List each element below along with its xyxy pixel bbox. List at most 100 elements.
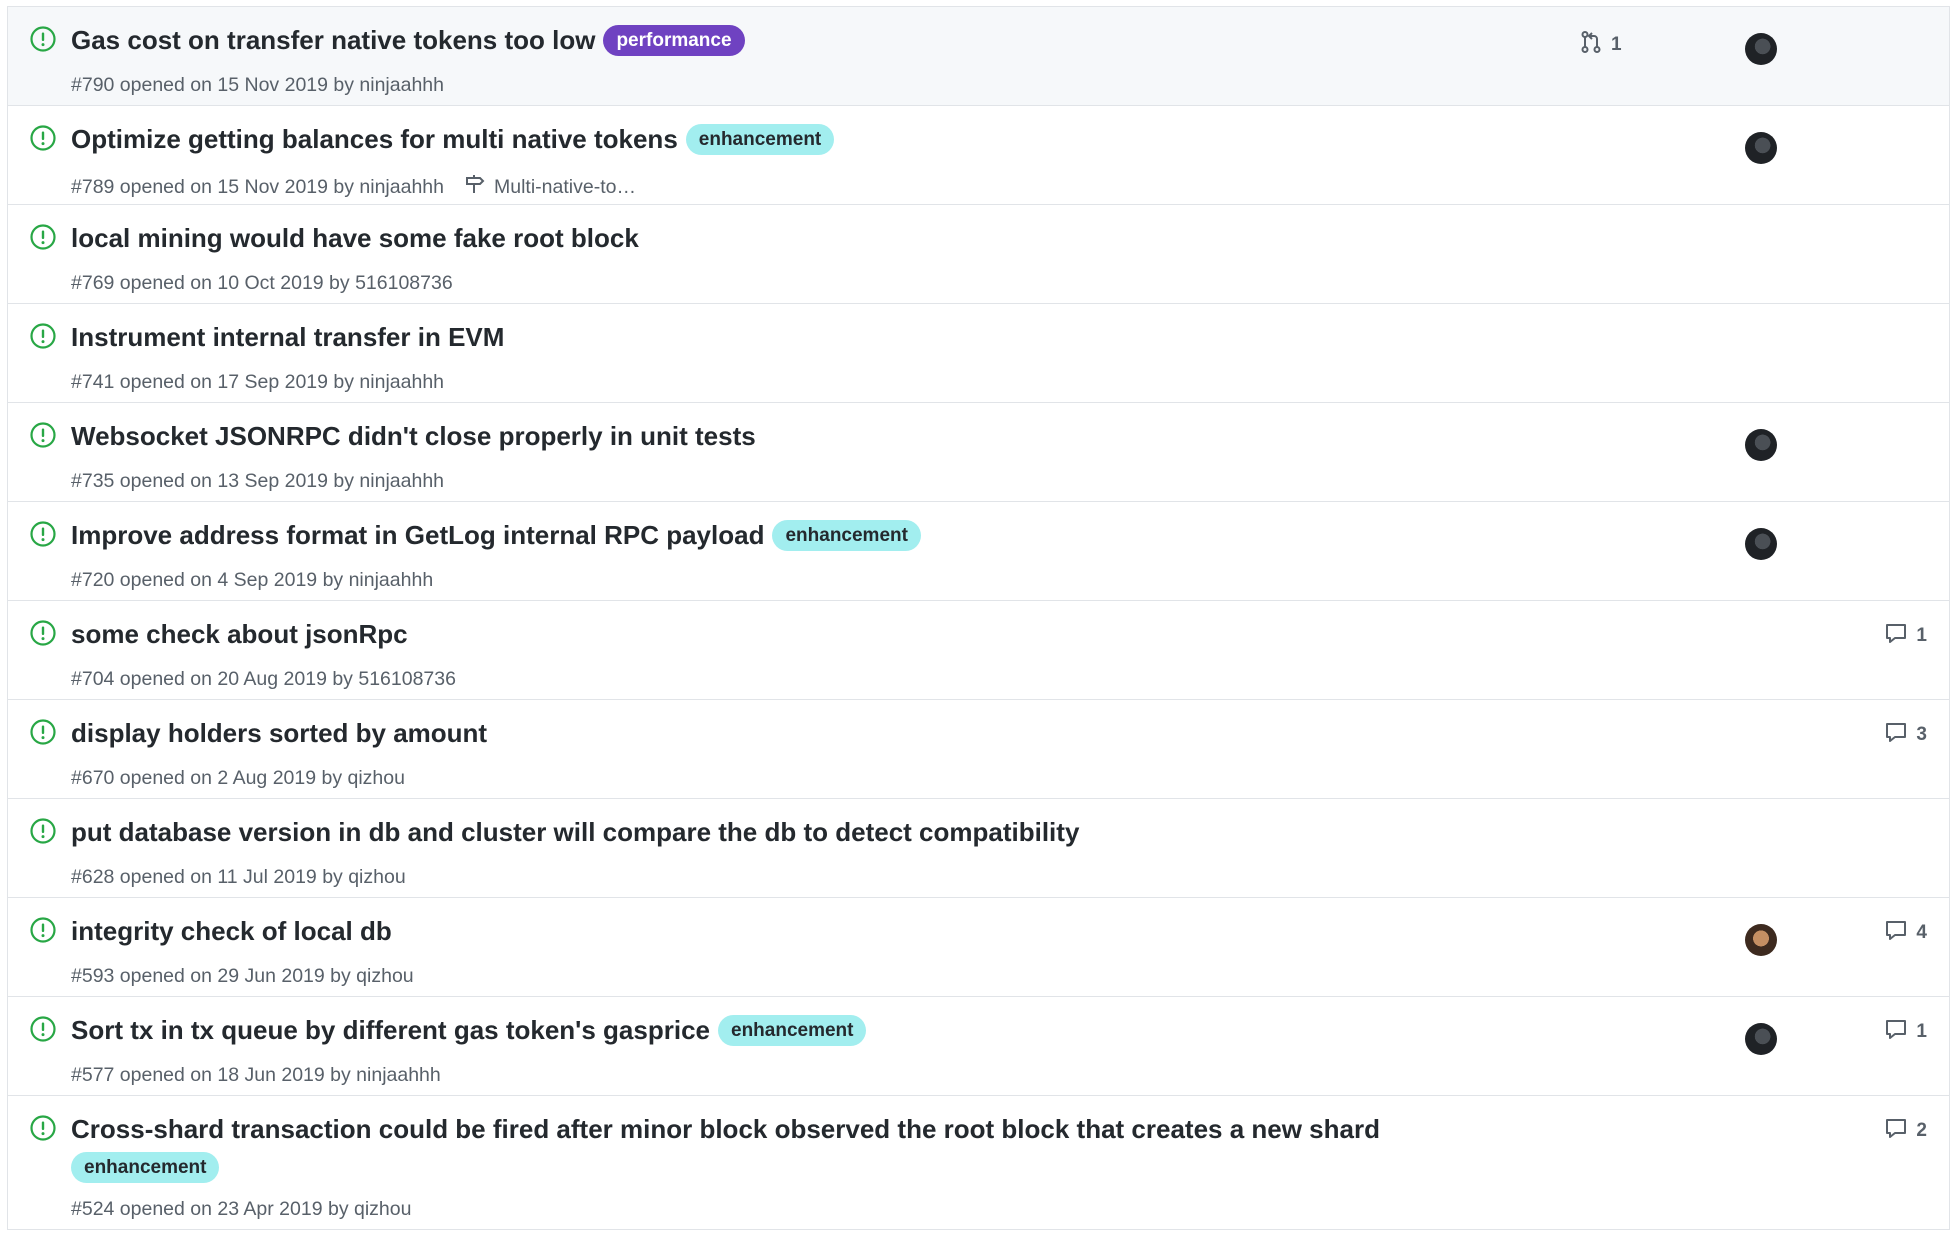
issue-opened-info: #790 opened on 15 Nov 2019 by ninjaahhh [71, 74, 444, 96]
issue-opened-info: #769 opened on 10 Oct 2019 by 516108736 [71, 272, 453, 294]
issue-title-link[interactable]: Sort tx in tx queue by different gas tok… [71, 1015, 710, 1045]
issue-title-link[interactable]: some check about jsonRpc [71, 619, 408, 649]
issue-opened-info: #593 opened on 29 Jun 2019 by qizhou [71, 965, 414, 987]
issue-title-link[interactable]: integrity check of local db [71, 916, 392, 946]
issue-title-link[interactable]: Instrument internal transfer in EVM [71, 322, 504, 352]
issue-meta: #577 opened on 18 Jun 2019 by ninjaahhh [71, 1064, 441, 1087]
assignee-avatar[interactable] [1745, 1023, 1777, 1055]
assignee-avatar[interactable] [1745, 429, 1777, 461]
issue-title-line: display holders sorted by amount [71, 716, 1529, 750]
issue-title-link[interactable]: Cross-shard transaction could be fired a… [71, 1114, 1380, 1144]
issue-row[interactable]: integrity check of local db #593 opened o… [8, 898, 1949, 997]
issue-title-link[interactable]: display holders sorted by amount [71, 718, 487, 748]
issue-title-line: some check about jsonRpc [71, 617, 1529, 651]
comments-link[interactable]: 2 [1884, 1116, 1927, 1146]
issue-meta: #593 opened on 29 Jun 2019 by qizhou [71, 965, 414, 988]
label-enhancement[interactable]: enhancement [772, 519, 921, 551]
issue-meta: #720 opened on 4 Sep 2019 by ninjaahhh [71, 569, 433, 592]
assignee-avatar[interactable] [1745, 924, 1777, 956]
comment-icon [1884, 1116, 1908, 1146]
issue-row[interactable]: Cross-shard transaction could be fired a… [8, 1096, 1949, 1230]
linked-pull-requests[interactable]: 1 [1579, 30, 1622, 60]
issue-row[interactable]: Optimize getting balances for multi nati… [8, 106, 1949, 205]
issue-opened-icon [29, 1015, 57, 1043]
issue-meta: #790 opened on 15 Nov 2019 by ninjaahhh [71, 74, 444, 97]
issue-opened-icon [29, 25, 57, 53]
issue-opened-info: #704 opened on 20 Aug 2019 by 516108736 [71, 668, 456, 690]
issue-row[interactable]: some check about jsonRpc #704 opened on 2… [8, 601, 1949, 700]
assignee-avatar[interactable] [1745, 132, 1777, 164]
issue-row[interactable]: Sort tx in tx queue by different gas tok… [8, 997, 1949, 1096]
issue-opened-icon [29, 124, 57, 152]
comments-link[interactable]: 1 [1884, 1017, 1927, 1047]
issue-meta: #741 opened on 17 Sep 2019 by ninjaahhh [71, 371, 444, 394]
issue-opened-info: #720 opened on 4 Sep 2019 by ninjaahhh [71, 569, 434, 591]
comment-count: 2 [1916, 1120, 1927, 1141]
comment-icon [1884, 1017, 1908, 1047]
issue-opened-icon [29, 916, 57, 944]
issue-opened-icon [29, 223, 57, 251]
issue-opened-info: #735 opened on 13 Sep 2019 by ninjaahhh [71, 470, 445, 492]
milestone-icon [464, 173, 494, 201]
issue-meta: #789 opened on 15 Nov 2019 by ninjaahhh M… [71, 173, 636, 201]
comments-link[interactable]: 4 [1884, 918, 1927, 948]
issue-meta: #670 opened on 2 Aug 2019 by qizhou [71, 767, 405, 790]
issue-row[interactable]: display holders sorted by amount #670 ope… [8, 700, 1949, 799]
comments-link[interactable]: 1 [1884, 621, 1927, 651]
issue-row[interactable]: local mining would have some fake root b… [8, 205, 1949, 304]
milestone-title: Multi-native-to… [494, 175, 636, 198]
issue-title-link[interactable]: local mining would have some fake root b… [71, 223, 639, 253]
issue-opened-info: #524 opened on 23 Apr 2019 by qizhou [71, 1198, 412, 1220]
issue-meta: #704 opened on 20 Aug 2019 by 516108736 [71, 668, 456, 691]
issue-title-line: Websocket JSONRPC didn't close properly … [71, 419, 1529, 453]
issue-opened-icon [29, 322, 57, 350]
issue-title-line: Improve address format in GetLog interna… [71, 518, 1529, 552]
issue-row[interactable]: put database version in db and cluster w… [8, 799, 1949, 898]
issue-opened-icon [29, 421, 57, 449]
comment-count: 1 [1916, 1021, 1927, 1042]
label-enhancement[interactable]: enhancement [71, 1152, 220, 1184]
pull-request-icon [1579, 30, 1603, 60]
comment-count: 1 [1916, 625, 1927, 646]
issue-meta: #735 opened on 13 Sep 2019 by ninjaahhh [71, 470, 444, 493]
issue-row[interactable]: Websocket JSONRPC didn't close properly … [8, 403, 1949, 502]
issue-title-link[interactable]: Websocket JSONRPC didn't close properly … [71, 421, 756, 451]
issue-opened-icon [29, 718, 57, 746]
issue-list: Gas cost on transfer native tokens too l… [7, 6, 1950, 1230]
comment-count: 4 [1916, 922, 1927, 943]
issue-meta: #628 opened on 11 Jul 2019 by qizhou [71, 866, 406, 889]
issue-title-line: Cross-shard transaction could be fired a… [71, 1112, 1529, 1184]
label-enhancement[interactable]: enhancement [718, 1014, 867, 1046]
comment-icon [1884, 918, 1908, 948]
issue-title-link[interactable]: Improve address format in GetLog interna… [71, 520, 764, 550]
issue-opened-icon [29, 619, 57, 647]
assignee-avatar[interactable] [1745, 528, 1777, 560]
issue-title-link[interactable]: Gas cost on transfer native tokens too l… [71, 25, 595, 55]
issue-title-line: local mining would have some fake root b… [71, 221, 1529, 255]
issue-title-line: Instrument internal transfer in EVM [71, 320, 1529, 354]
issue-opened-info: #628 opened on 11 Jul 2019 by qizhou [71, 866, 406, 888]
milestone-link[interactable]: Multi-native-to… [464, 173, 636, 201]
issue-title-line: integrity check of local db [71, 914, 1529, 948]
label-enhancement[interactable]: enhancement [685, 123, 835, 155]
issue-opened-icon [29, 1114, 57, 1142]
issue-title-link[interactable]: put database version in db and cluster w… [71, 817, 1079, 847]
issue-opened-info: #789 opened on 15 Nov 2019 by ninjaahhh [71, 175, 444, 198]
assignee-avatar[interactable] [1745, 33, 1777, 65]
issue-title-line: put database version in db and cluster w… [71, 815, 1529, 849]
issue-opened-info: #670 opened on 2 Aug 2019 by qizhou [71, 767, 405, 789]
issue-meta: #769 opened on 10 Oct 2019 by 516108736 [71, 272, 453, 295]
issue-opened-info: #741 opened on 17 Sep 2019 by ninjaahhh [71, 371, 445, 393]
comment-icon [1884, 720, 1908, 750]
label-performance[interactable]: performance [603, 24, 745, 56]
issue-row[interactable]: Improve address format in GetLog interna… [8, 502, 1949, 601]
issue-title-link[interactable]: Optimize getting balances for multi nati… [71, 124, 678, 154]
issue-row[interactable]: Instrument internal transfer in EVM #741 … [8, 304, 1949, 403]
issue-opened-icon [29, 817, 57, 845]
comment-count: 3 [1916, 724, 1927, 745]
comments-link[interactable]: 3 [1884, 720, 1927, 750]
issue-row[interactable]: Gas cost on transfer native tokens too l… [8, 7, 1949, 106]
comment-icon [1884, 621, 1908, 651]
issue-meta: #524 opened on 23 Apr 2019 by qizhou [71, 1198, 411, 1221]
issue-title-line: Sort tx in tx queue by different gas tok… [71, 1013, 1529, 1047]
